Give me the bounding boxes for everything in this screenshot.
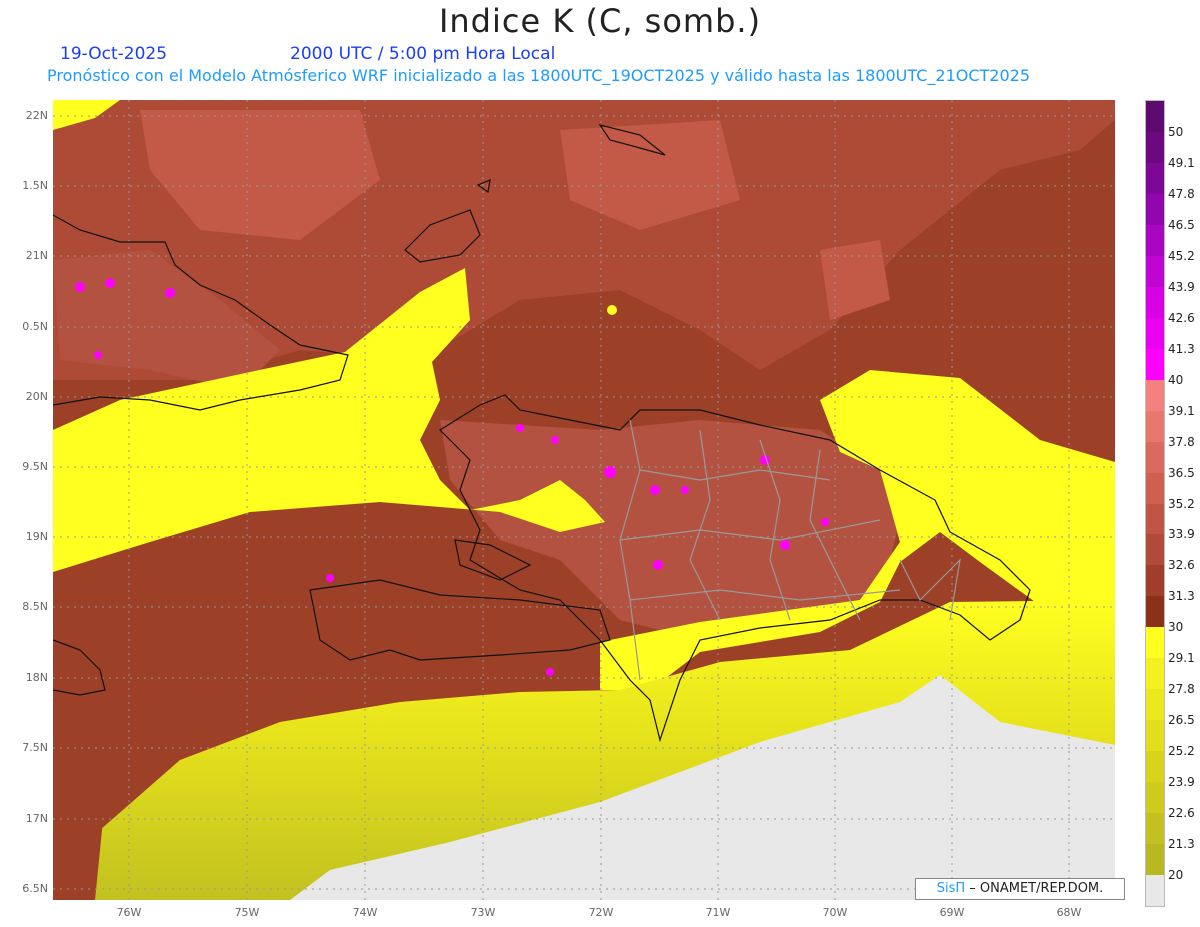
- colorbar-segment: [1146, 782, 1164, 814]
- colorbar-segment: [1146, 534, 1164, 566]
- latitude-label: 0.5N: [22, 320, 48, 333]
- credit-box: SisΠ – ONAMET/REP.DOM.: [915, 878, 1125, 900]
- latitude-label: 18N: [25, 671, 48, 684]
- credit-brand: SisΠ: [936, 881, 966, 896]
- latitude-label: 22N: [25, 109, 48, 122]
- colorbar-segment: [1146, 131, 1164, 164]
- forecast-date: 19-Oct-2025: [60, 44, 168, 64]
- colorbar-segment: [1146, 875, 1164, 907]
- colorbar-label: 47.8: [1168, 186, 1195, 201]
- latitude-label: 19N: [25, 530, 48, 543]
- longitude-label: 71W: [705, 906, 731, 919]
- colorbar-label: 27.8: [1168, 682, 1195, 697]
- colorbar-segment: [1146, 286, 1164, 319]
- colorbar-label: 36.5: [1168, 465, 1195, 480]
- colorbar-segment: [1146, 689, 1164, 721]
- colorbar-label: 40: [1168, 372, 1184, 387]
- colorbar-segment: [1146, 193, 1164, 226]
- colorbar-segment: [1146, 255, 1164, 288]
- latitude-label: 9.5N: [22, 460, 48, 473]
- colorbar-label: 50: [1168, 124, 1184, 139]
- colorbar-segment: [1146, 472, 1164, 504]
- colorbar-label: 30: [1168, 620, 1184, 635]
- colorbar-segment: [1146, 720, 1164, 752]
- colorbar-label: 23.9: [1168, 775, 1195, 790]
- colorbar-label: 39.1: [1168, 403, 1195, 418]
- longitude-label: 75W: [234, 906, 260, 919]
- forecast-subtitle: Pronóstico con el Modelo Atmósferico WRF…: [47, 66, 1031, 85]
- longitude-label: 70W: [822, 906, 848, 919]
- k-index-map: [53, 100, 1115, 900]
- colorbar-segment: [1146, 503, 1164, 535]
- map-title: Indice K (C, somb.): [438, 2, 762, 40]
- latitude-label: 20N: [25, 390, 48, 403]
- colorbar-label: 49.1: [1168, 155, 1195, 170]
- colorbar-segment: [1146, 348, 1164, 381]
- longitude-label: 73W: [470, 906, 496, 919]
- latitude-label: 8.5N: [22, 600, 48, 613]
- latitude-label: 17N: [25, 812, 48, 825]
- colorbar-label: 41.3: [1168, 341, 1195, 356]
- longitude-label: 76W: [116, 906, 142, 919]
- colorbar-label: 26.5: [1168, 713, 1195, 728]
- colorbar-segment: [1146, 596, 1164, 628]
- colorbar-segment: [1146, 162, 1164, 195]
- colorbar-label: 46.5: [1168, 217, 1195, 232]
- colorbar-segment: [1146, 410, 1164, 443]
- colorbar-label: 21.3: [1168, 837, 1195, 852]
- colorbar-segment: [1146, 441, 1164, 474]
- forecast-time: 2000 UTC / 5:00 pm Hora Local: [290, 44, 556, 64]
- colorbar-label: 37.8: [1168, 434, 1195, 449]
- colorbar-segment: [1146, 751, 1164, 783]
- colorbar-label: 35.2: [1168, 496, 1195, 511]
- colorbar-segment: [1146, 379, 1164, 412]
- credit-text: – ONAMET/REP.DOM.: [965, 881, 1104, 896]
- longitude-label: 69W: [939, 906, 965, 919]
- colorbar-label: 29.1: [1168, 651, 1195, 666]
- map-field: [53, 100, 1115, 900]
- longitude-label: 68W: [1056, 906, 1082, 919]
- colorbar-segment: [1146, 627, 1164, 659]
- latitude-label: 21N: [25, 249, 48, 262]
- colorbar-label: 33.9: [1168, 527, 1195, 542]
- colorbar-label: 20: [1168, 868, 1184, 883]
- colorbar-label: 43.9: [1168, 279, 1195, 294]
- colorbar-segment: [1146, 317, 1164, 350]
- colorbar-label: 32.6: [1168, 558, 1195, 573]
- colorbar: [1145, 100, 1165, 907]
- latitude-label: 6.5N: [22, 882, 48, 895]
- colorbar-segment: [1146, 101, 1164, 133]
- longitude-label: 72W: [588, 906, 614, 919]
- colorbar-segment: [1146, 658, 1164, 690]
- colorbar-label: 31.3: [1168, 589, 1195, 604]
- longitude-label: 74W: [352, 906, 378, 919]
- colorbar-label: 45.2: [1168, 248, 1195, 263]
- colorbar-segment: [1146, 224, 1164, 257]
- latitude-label: 1.5N: [22, 179, 48, 192]
- colorbar-segment: [1146, 844, 1164, 876]
- colorbar-segment: [1146, 565, 1164, 597]
- colorbar-label: 42.6: [1168, 310, 1195, 325]
- colorbar-label: 25.2: [1168, 744, 1195, 759]
- colorbar-label: 22.6: [1168, 806, 1195, 821]
- latitude-label: 7.5N: [22, 741, 48, 754]
- colorbar-segment: [1146, 813, 1164, 845]
